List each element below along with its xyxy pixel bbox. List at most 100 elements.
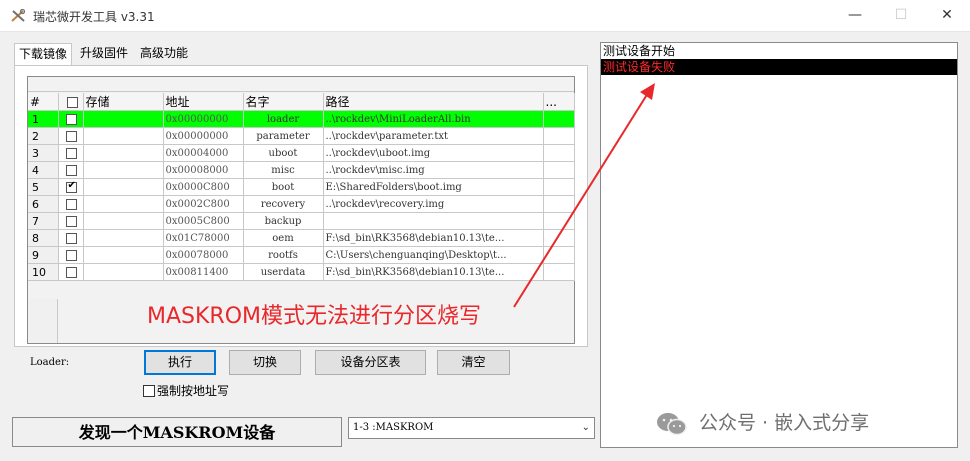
checkbox-icon[interactable] — [65, 180, 77, 193]
row-address: 0x0005C800 — [163, 212, 244, 230]
row-checkbox[interactable] — [58, 110, 84, 128]
column-header-name[interactable]: 名字 — [243, 93, 324, 111]
table-row[interactable]: 6 0x0002C800 recovery ..\rockdev\recovery.i… — [28, 195, 575, 213]
checkbox-icon[interactable] — [65, 266, 77, 278]
row-path[interactable]: F:\sd_bin\RK3568\debian10.13\te... — [323, 229, 544, 247]
execute-button[interactable]: 执行 — [144, 350, 216, 375]
column-header-path[interactable]: 路径 — [323, 93, 544, 111]
row-index: 3 — [28, 144, 59, 162]
checkbox-icon[interactable] — [65, 249, 77, 261]
tab-advanced[interactable]: 高级功能 — [136, 43, 192, 65]
row-path[interactable]: C:\Users\chenguanqing\Desktop\t... — [323, 246, 544, 264]
row-path[interactable]: ..\rockdev\misc.img — [323, 161, 544, 179]
row-storage — [83, 212, 164, 230]
checkbox-icon[interactable] — [65, 215, 77, 227]
row-more[interactable] — [543, 212, 575, 230]
row-storage — [83, 246, 164, 264]
row-more[interactable] — [543, 195, 575, 213]
column-header-more[interactable]: ... — [543, 93, 575, 111]
annotation-text: MASKROM模式无法进行分区烧写 — [147, 304, 482, 329]
row-name: oem — [243, 229, 324, 247]
row-more[interactable] — [543, 127, 575, 145]
row-checkbox[interactable] — [58, 127, 84, 145]
table-row[interactable]: 3 0x00004000 uboot ..\rockdev\uboot.img — [28, 144, 575, 162]
force-by-address-checkbox[interactable]: 强制按地址写 — [143, 382, 229, 399]
table-row[interactable]: 4 0x00008000 misc ..\rockdev\misc.img — [28, 161, 575, 179]
row-more[interactable] — [543, 246, 575, 264]
row-checkbox[interactable] — [58, 246, 84, 264]
row-checkbox[interactable] — [58, 161, 84, 179]
table-row[interactable]: 7 0x0005C800 backup — [28, 212, 575, 230]
maximize-button[interactable]: ☐ — [878, 0, 924, 30]
checkbox-icon[interactable] — [143, 385, 155, 397]
select-all-checkbox[interactable] — [58, 93, 84, 111]
row-index: 2 — [28, 127, 59, 145]
chevron-down-icon[interactable]: ⌄ — [582, 418, 590, 438]
row-name: misc — [243, 161, 324, 179]
table-header-row: # 存储 地址 名字 路径 ... — [28, 93, 575, 111]
row-index: 5 — [28, 178, 59, 196]
row-path[interactable]: ..\rockdev\uboot.img — [323, 144, 544, 162]
close-button[interactable]: ✕ — [924, 0, 970, 30]
row-checkbox[interactable] — [58, 178, 84, 196]
switch-button[interactable]: 切换 — [229, 350, 301, 375]
table-row[interactable]: 2 0x00000000 parameter ..\rockdev\parameter… — [28, 127, 575, 145]
watermark-text: 公众号 · 嵌入式分享 — [699, 412, 870, 434]
checkbox-icon[interactable] — [65, 232, 77, 244]
row-storage — [83, 229, 164, 247]
row-checkbox[interactable] — [58, 212, 84, 230]
wechat-icon — [657, 413, 687, 436]
row-path[interactable]: E:\SharedFolders\boot.img — [323, 178, 544, 196]
tab-download-image[interactable]: 下载镜像 — [14, 43, 73, 67]
table-row[interactable]: 1 0x00000000 loader ..\rockdev\MiniLoaderAl… — [28, 110, 575, 128]
checkbox-icon[interactable] — [65, 130, 77, 142]
row-checkbox[interactable] — [58, 195, 84, 213]
row-more[interactable] — [543, 161, 575, 179]
partition-table-button[interactable]: 设备分区表 — [315, 350, 426, 375]
table-row[interactable]: 8 0x01C78000 oem F:\sd_bin\RK3568\debian10.… — [28, 229, 575, 247]
log-line: 测试设备开始 — [603, 44, 676, 58]
column-header-address[interactable]: 地址 — [163, 93, 244, 111]
row-storage — [83, 144, 164, 162]
row-address: 0x00000000 — [163, 110, 244, 128]
device-select[interactable]: 1-3 :MASKROM ⌄ — [348, 417, 595, 439]
table-row[interactable]: 5 0x0000C800bootE:\SharedFolders\boot.img — [28, 178, 575, 196]
device-status-bar: 发现一个MASKROM设备 — [12, 417, 342, 447]
row-checkbox[interactable] — [58, 263, 84, 281]
row-path[interactable]: ..\rockdev\MiniLoaderAll.bin — [323, 110, 544, 128]
column-header-storage[interactable]: 存储 — [83, 93, 164, 111]
row-index: 6 — [28, 195, 59, 213]
row-more[interactable] — [543, 229, 575, 247]
table-row[interactable]: 9 0x00078000 rootfs C:\Users\chenguanqing\D… — [28, 246, 575, 264]
row-checkbox[interactable] — [58, 144, 84, 162]
minimize-button[interactable]: — — [832, 0, 878, 30]
table-row[interactable]: 10 0x00811400 userdata F:\sd_bin\RK3568\deb… — [28, 263, 575, 281]
row-path[interactable] — [323, 212, 544, 230]
row-name: parameter — [243, 127, 324, 145]
row-storage — [83, 178, 164, 196]
row-address: 0x0000C800 — [163, 178, 244, 196]
clear-button[interactable]: 清空 — [437, 350, 510, 375]
checkbox-icon[interactable] — [65, 164, 77, 176]
row-more[interactable] — [543, 178, 575, 196]
row-path[interactable]: ..\rockdev\recovery.img — [323, 195, 544, 213]
checkbox-icon[interactable] — [65, 147, 77, 159]
row-index: 10 — [28, 263, 59, 281]
list-top-bar — [28, 77, 574, 92]
row-path[interactable]: F:\sd_bin\RK3568\debian10.13\te... — [323, 263, 544, 281]
checkbox-icon[interactable] — [66, 96, 78, 108]
row-path[interactable]: ..\rockdev\parameter.txt — [323, 127, 544, 145]
row-name: rootfs — [243, 246, 324, 264]
row-more[interactable] — [543, 110, 575, 128]
row-name: backup — [243, 212, 324, 230]
row-checkbox[interactable] — [58, 229, 84, 247]
row-more[interactable] — [543, 263, 575, 281]
checkbox-icon[interactable] — [65, 113, 77, 125]
row-index: 8 — [28, 229, 59, 247]
checkbox-icon[interactable] — [65, 198, 77, 210]
column-header-index: # — [28, 93, 59, 111]
log-line-error: 测试设备失败 — [601, 59, 957, 75]
tab-upgrade-firmware[interactable]: 升级固件 — [76, 43, 132, 65]
row-index-gutter — [28, 299, 58, 343]
row-more[interactable] — [543, 144, 575, 162]
